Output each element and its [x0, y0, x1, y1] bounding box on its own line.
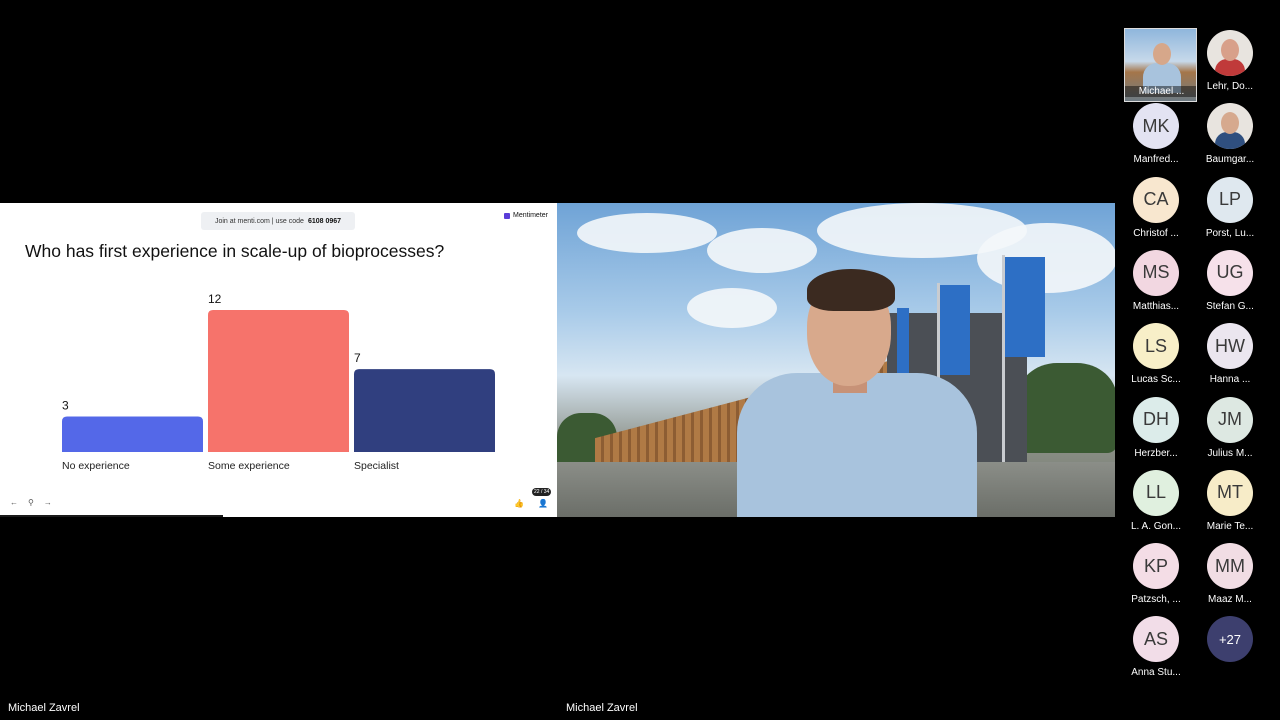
- avatar-initials: CA: [1133, 176, 1179, 223]
- avatar-initials: MS: [1133, 249, 1179, 296]
- participant-name: Hanna ...: [1209, 374, 1251, 386]
- category-label: No experience: [62, 460, 130, 472]
- participant-tile[interactable]: Lehr, Do...: [1192, 26, 1268, 96]
- avatar-photo-body: [1215, 59, 1245, 76]
- person-icon: 👤: [538, 499, 548, 508]
- participant-name: Lucas Sc...: [1131, 374, 1181, 386]
- bar-value-label: 12: [208, 292, 222, 306]
- avatar-initials: LS: [1133, 323, 1179, 370]
- participant-name: Baumgar...: [1205, 154, 1255, 166]
- cloud: [687, 288, 777, 328]
- avatar-photo-face: [1221, 112, 1239, 135]
- avatar-initials: LP: [1207, 176, 1253, 223]
- speaker-shirt: [737, 373, 977, 517]
- participant-tile[interactable]: LL L. A. Gon...: [1118, 466, 1194, 536]
- screen-share-owner-label: Michael Zavrel: [8, 702, 80, 714]
- participant-name: Julius M...: [1207, 447, 1253, 459]
- participant-tile[interactable]: +27: [1192, 612, 1268, 682]
- flag: [940, 285, 970, 375]
- avatar-photo-face: [1221, 39, 1239, 61]
- participant-tile[interactable]: LS Lucas Sc...: [1118, 319, 1194, 389]
- participant-tile[interactable]: MK Manfred...: [1118, 99, 1194, 169]
- shared-screen-slide: Join at menti.com | use code 6108 0967 M…: [0, 203, 557, 517]
- avatar-initials: AS: [1133, 616, 1179, 663]
- participant-name: Stefan G...: [1206, 300, 1254, 312]
- prev-slide-icon[interactable]: ←: [10, 498, 18, 507]
- next-slide-icon[interactable]: →: [44, 498, 52, 507]
- avatar-initials: MM: [1207, 543, 1253, 590]
- avatar-initials: LL: [1133, 469, 1179, 516]
- participant-name: Michael ...: [1125, 86, 1196, 97]
- participant-name: Maaz M...: [1208, 594, 1252, 606]
- participant-name: L. A. Gon...: [1130, 520, 1182, 532]
- slide-counter: 22 / 34: [532, 488, 552, 496]
- participant-name: Lehr, Do...: [1206, 81, 1254, 92]
- avatar-photo: [1207, 103, 1253, 150]
- avatar-initials: JM: [1207, 396, 1253, 443]
- participant-name: Marie Te...: [1206, 520, 1254, 532]
- avatar-initials: KP: [1133, 543, 1179, 590]
- avatar-initials: HW: [1207, 323, 1253, 370]
- bar-no-experience: [62, 416, 203, 452]
- participant-tile[interactable]: JM Julius M...: [1192, 393, 1268, 463]
- cloud: [977, 223, 1115, 293]
- speaker-hair: [807, 269, 895, 311]
- participant-tile[interactable]: MM Maaz M...: [1192, 539, 1268, 609]
- participant-tile[interactable]: KP Patzsch, ...: [1118, 539, 1194, 609]
- bar-value-label: 7: [354, 351, 361, 365]
- flag: [1005, 257, 1045, 357]
- slide-tools: 👍 22 / 34 👤: [514, 488, 552, 508]
- participant-tile[interactable]: Baumgar...: [1192, 99, 1268, 169]
- bar-specialist: [354, 369, 495, 452]
- participant-tile[interactable]: MS Matthias...: [1118, 246, 1194, 316]
- self-video-thumbnail: Michael ...: [1124, 28, 1197, 102]
- avatar-photo: [1207, 30, 1253, 76]
- avatar-initials: UG: [1207, 249, 1253, 296]
- participant-name: Manfred...: [1133, 154, 1179, 166]
- participant-name: Herzber...: [1134, 447, 1178, 459]
- video-owner-label: Michael Zavrel: [566, 702, 638, 714]
- participant-tile[interactable]: MT Marie Te...: [1192, 466, 1268, 536]
- participant-tile[interactable]: HW Hanna ...: [1192, 319, 1268, 389]
- avatar-initials: DH: [1133, 396, 1179, 443]
- results-bar-chart: 3 No experience 12 Some experience 7 Speciali…: [62, 292, 495, 472]
- avatar-initials: MT: [1207, 469, 1253, 516]
- speaker-video: [557, 203, 1115, 517]
- cloud: [707, 228, 817, 273]
- participant-name: Patzsch, ...: [1131, 594, 1181, 606]
- like-icon[interactable]: 👍: [514, 499, 524, 508]
- more-participants-button[interactable]: +27: [1207, 616, 1253, 663]
- slide-navigation: ← ⚲ →: [10, 498, 52, 507]
- bar-some-experience: [208, 310, 349, 452]
- participant-tile[interactable]: CA Christof ...: [1118, 173, 1194, 243]
- avatar-photo-body: [1215, 132, 1245, 150]
- participant-tile[interactable]: Michael ...: [1118, 26, 1197, 102]
- participant-name: Matthias...: [1132, 300, 1180, 312]
- avatar-initials: MK: [1133, 103, 1179, 150]
- participant-tile[interactable]: UG Stefan G...: [1192, 246, 1268, 316]
- participant-tile[interactable]: AS Anna Stu...: [1118, 612, 1194, 682]
- participant-tile[interactable]: LP Porst, Lu...: [1192, 173, 1268, 243]
- bar-value-label: 3: [62, 399, 69, 413]
- flag: [897, 308, 909, 378]
- slide-progress-bar: [0, 515, 223, 517]
- participant-name: Christof ...: [1133, 227, 1179, 239]
- participant-name: Anna Stu...: [1131, 667, 1181, 679]
- category-label: Some experience: [208, 460, 290, 472]
- participant-name: Porst, Lu...: [1205, 227, 1255, 239]
- category-label: Specialist: [354, 460, 399, 472]
- participant-tile[interactable]: DH Herzber...: [1118, 393, 1194, 463]
- audience-button[interactable]: 22 / 34 👤: [532, 488, 552, 508]
- cloud: [577, 213, 717, 253]
- trees: [1017, 363, 1115, 453]
- thumbnail-face: [1153, 43, 1171, 65]
- pin-icon[interactable]: ⚲: [28, 498, 34, 507]
